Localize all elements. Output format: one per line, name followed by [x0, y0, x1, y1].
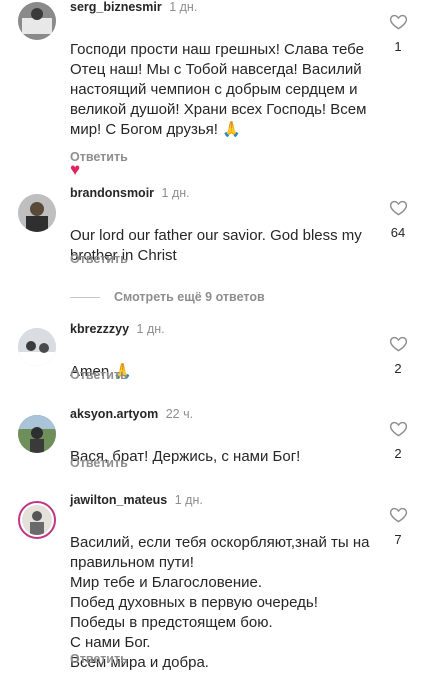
heart-outline-icon — [389, 336, 407, 352]
comment-body: Василий, если тебя оскорбляют,знай ты на… — [70, 534, 370, 671]
like-count: 64 — [390, 225, 406, 240]
like-count: 1 — [394, 39, 402, 54]
like-button[interactable]: 2 — [386, 419, 410, 461]
username[interactable]: aksyon.artyom — [70, 407, 158, 421]
timestamp: 1 дн. — [136, 322, 165, 336]
reply-button[interactable]: Ответить — [70, 368, 128, 382]
comment-meta: kbrezzzyy 1 дн. — [70, 322, 165, 336]
like-button[interactable]: 64 — [386, 198, 410, 240]
like-count: 2 — [394, 446, 402, 461]
timestamp: 1 дн. — [161, 186, 190, 200]
comment-meta: jawilton_mateus 1 дн. — [70, 493, 203, 507]
avatar[interactable] — [18, 2, 56, 40]
like-count: 7 — [394, 532, 402, 547]
like-button[interactable]: 2 — [386, 334, 410, 376]
avatar[interactable] — [18, 415, 56, 453]
comment-meta: aksyon.artyom 22 ч. — [70, 407, 193, 421]
divider — [70, 296, 100, 298]
timestamp: 1 дн. — [174, 493, 203, 507]
comment-body: Господи прости наш грешных! Слава тебе О… — [70, 41, 367, 138]
comment-meta: brandonsmoir 1 дн. — [70, 186, 190, 200]
view-more-replies-button[interactable]: Смотреть ещё 9 ответов — [70, 290, 265, 304]
heart-outline-icon — [389, 507, 407, 523]
like-count: 2 — [394, 361, 402, 376]
username[interactable]: kbrezzzyy — [70, 322, 129, 336]
heart-outline-icon — [389, 200, 407, 216]
more-replies-label: Смотреть ещё 9 ответов — [114, 290, 265, 304]
avatar[interactable] — [18, 501, 56, 539]
like-button[interactable]: 1 — [386, 12, 410, 54]
username[interactable]: jawilton_mateus — [70, 493, 167, 507]
reply-button[interactable]: Ответить — [70, 456, 128, 470]
avatar[interactable] — [18, 328, 56, 366]
timestamp: 1 дн. — [169, 0, 198, 14]
like-button[interactable]: 7 — [386, 505, 410, 547]
avatar[interactable] — [18, 194, 56, 232]
reply-button[interactable]: Ответить — [70, 652, 128, 666]
reply-button[interactable]: Ответить — [70, 252, 128, 266]
username[interactable]: serg_biznesmir — [70, 0, 162, 14]
heart-outline-icon — [389, 14, 407, 30]
username[interactable]: brandonsmoir — [70, 186, 154, 200]
heart-outline-icon — [389, 421, 407, 437]
comment-meta: serg_biznesmir 1 дн. — [70, 0, 197, 14]
reply-button[interactable]: Ответить — [70, 150, 128, 164]
timestamp: 22 ч. — [165, 407, 194, 421]
comment-text: Василий, если тебя оскорбляют,знай ты на… — [70, 513, 380, 673]
